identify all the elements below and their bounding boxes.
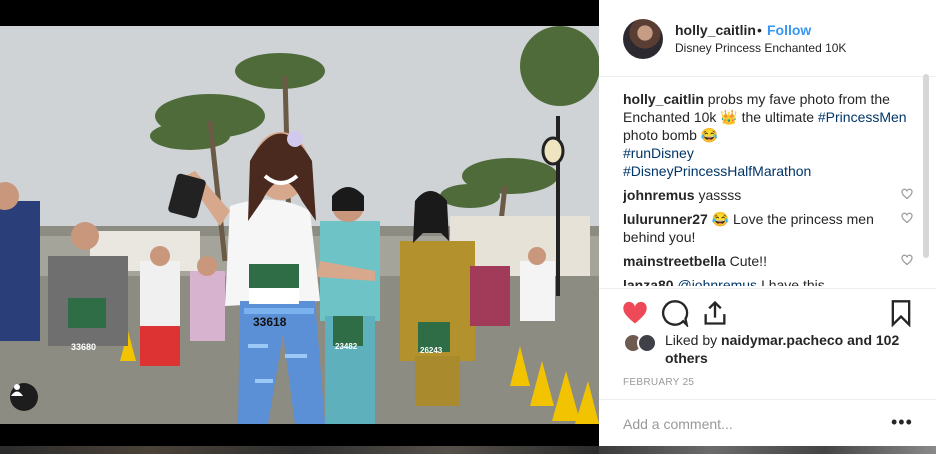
person-glyph — [11, 384, 23, 396]
header-username[interactable]: holly_caitlin — [675, 22, 756, 38]
hashtag-link[interactable]: #runDisney — [623, 145, 694, 161]
more-options-icon[interactable]: ••• — [891, 412, 913, 433]
hashtag-link[interactable]: #DisneyPrincessHalfMarathon — [623, 163, 811, 179]
post-header: holly_caitlin • Follow Disney Princess E… — [599, 0, 936, 77]
avatar[interactable] — [623, 19, 663, 59]
laughing-emoji: 😂 — [700, 127, 719, 143]
comment-like-icon[interactable] — [901, 188, 913, 200]
comments-scrollbar[interactable] — [923, 74, 929, 258]
instagram-post-modal: 33618 33680 23482 26243 holly_caitlin • … — [0, 0, 936, 454]
comment-text: Cute!! — [725, 253, 767, 269]
post-date[interactable]: FEBRUARY 25 — [623, 377, 694, 388]
comment-row: mainstreetbella Cute!! — [623, 252, 913, 270]
post-details-panel: holly_caitlin • Follow Disney Princess E… — [599, 0, 936, 454]
bib-number: 33680 — [71, 342, 97, 352]
crown-emoji: 👑 — [720, 109, 738, 125]
likes-prefix: Liked by — [665, 332, 722, 348]
comment-username[interactable]: lulurunner27 — [623, 211, 708, 227]
follow-button[interactable]: Follow — [767, 22, 811, 38]
comment-text: yassss — [694, 187, 742, 203]
caption-text: the ultimate — [737, 109, 818, 125]
liked-by-username[interactable]: naidymar.pacheco — [721, 332, 843, 348]
likes-text: Liked by naidymar.pacheco and 102 others — [665, 331, 915, 367]
caption-username[interactable]: holly_caitlin — [623, 91, 704, 107]
comment-like-icon[interactable] — [901, 212, 913, 224]
bib-number: 23482 — [335, 342, 358, 351]
bib-number: 26243 — [420, 346, 443, 355]
comment-row: johnremus yassss — [623, 186, 913, 204]
header-separator: • — [757, 22, 762, 38]
bib-number-main: 33618 — [253, 315, 287, 329]
comments-list[interactable]: holly_caitlin probs my fave photo from t… — [623, 90, 913, 286]
comment-username[interactable]: johnremus — [623, 187, 695, 203]
comment-icon[interactable] — [661, 299, 689, 327]
comment-row: lulurunner27 😂 Love the princess men beh… — [623, 210, 913, 246]
photo-thumbnail-strip — [0, 446, 599, 454]
comment-mention[interactable]: @johnremus — [674, 277, 757, 286]
comment-username[interactable]: lanza80 — [623, 277, 674, 286]
background-thumbnails — [599, 446, 936, 454]
avatar — [637, 333, 657, 353]
bookmark-icon[interactable] — [887, 299, 915, 327]
comment-username[interactable]: mainstreetbella — [623, 253, 726, 269]
add-comment-input[interactable]: Add a comment... — [623, 416, 733, 432]
share-icon[interactable] — [701, 299, 729, 327]
comment-text: I have this — [757, 277, 825, 286]
caption: holly_caitlin probs my fave photo from t… — [623, 90, 913, 180]
heart-icon[interactable] — [621, 299, 649, 327]
action-bar — [599, 288, 936, 332]
location-link[interactable]: Disney Princess Enchanted 10K — [675, 41, 846, 55]
post-photo[interactable]: 33618 33680 23482 26243 — [0, 26, 599, 424]
hashtag-link[interactable]: #PrincessMen — [818, 109, 907, 125]
liker-avatars[interactable] — [623, 333, 663, 357]
comment-row: lanza80 @johnremus I have this — [623, 276, 913, 286]
race-photo-illustration — [0, 26, 599, 424]
user-tag-icon[interactable] — [10, 383, 38, 411]
comment-like-icon[interactable] — [901, 254, 913, 266]
caption-text: photo bomb — [623, 127, 701, 143]
